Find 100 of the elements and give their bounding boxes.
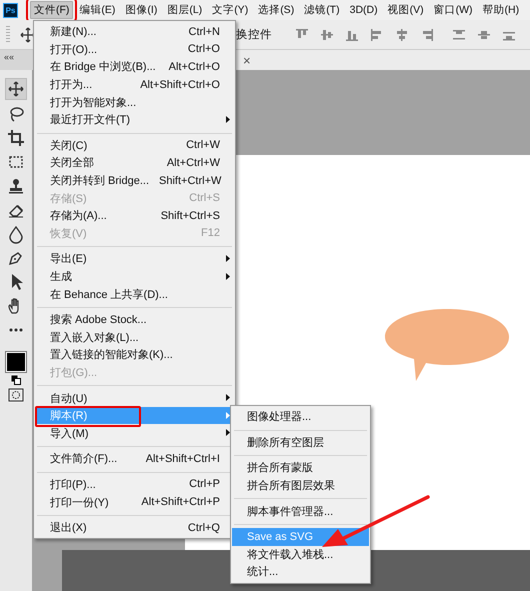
menu-item[interactable]: 图像处理器... (232, 408, 369, 426)
menu-item[interactable]: 将文件载入堆栈... (232, 546, 369, 564)
menu-item-label: 存储(S) (50, 192, 88, 206)
menu-item-label: 拼合所有图层效果 (247, 479, 336, 494)
menu-item[interactable]: 在 Behance 上共享(D)... (35, 285, 234, 303)
menu-item-label: 生成 (50, 270, 73, 284)
menu-item-label: 存储为(A)... (50, 209, 108, 224)
menu-item[interactable]: 统计... (232, 563, 369, 581)
menu-item[interactable]: 打印一份(Y) Alt+Shift+Ctrl+P (35, 493, 234, 511)
menu-item-label: 置入嵌入对象(L)... (50, 330, 140, 345)
menu-item[interactable]: 置入链接的智能对象(K)... (35, 346, 234, 364)
menu-item-label: 图像处理器... (247, 410, 312, 424)
menu-item-label: 拼合所有蒙版 (247, 460, 314, 476)
menu-item-label: 脚本事件管理器... (247, 504, 334, 519)
collapse-panel-button[interactable]: «« (0, 50, 32, 70)
menu-item[interactable]: 删除所有空图层 (232, 434, 369, 452)
menu-item-label: 打开为... (50, 78, 94, 92)
crop-icon[interactable] (6, 128, 26, 148)
menu-item-label: 关闭并转到 Bridge... (50, 174, 150, 188)
menu-item-label: 新建(N)... (50, 24, 98, 40)
menu-item-label: 删除所有空图层 (247, 436, 325, 450)
menu-bar-item[interactable]: 视图(V) (384, 1, 428, 19)
menu-item[interactable]: 打开为智能对象... (35, 93, 234, 111)
shortcut-label: Ctrl+W (186, 139, 220, 152)
menu-item[interactable]: 脚本事件管理器... (232, 502, 369, 520)
shortcut-label: Shift+Ctrl+S (160, 210, 220, 222)
close-tab-button[interactable]: × (243, 52, 251, 68)
menu-item[interactable]: 导出(E) (35, 250, 234, 268)
menu-item-label: 打开为智能对象... (50, 96, 138, 110)
menu-item-label: 打印(P)... (50, 478, 97, 492)
default-colors-icon[interactable] (11, 375, 21, 385)
menu-bar-item[interactable]: 图像(I) (121, 1, 162, 19)
menu-item-label: 置入链接的智能对象(K)... (50, 348, 174, 362)
menu-item-label: Save as SVG (247, 530, 314, 543)
shortcut-label: Alt+Ctrl+O (168, 60, 220, 73)
align-icon[interactable] (394, 26, 410, 42)
menu-item-label: 打包(G)... (50, 366, 98, 380)
menu-bar-item[interactable]: 文字(Y) (208, 1, 252, 19)
shortcut-label: Alt+Ctrl+W (166, 156, 220, 169)
menu-item[interactable]: 存储为(A)... Shift+Ctrl+S (35, 206, 234, 225)
menu-bar-item[interactable]: 帮助(H) (478, 1, 524, 19)
shortcut-label: Ctrl+O (188, 43, 220, 56)
menu-item-label: 导入(M) (50, 426, 90, 441)
menu-item[interactable]: 在 Bridge 中浏览(B)... Alt+Ctrl+O (35, 58, 234, 76)
menu-item[interactable]: 打印(P)... Ctrl+P (35, 476, 234, 494)
menu-item-label: 打印一份(Y) (50, 496, 110, 510)
menu-item[interactable]: 关闭(C) Ctrl+W (35, 136, 234, 154)
menu-item[interactable]: 关闭全部 Alt+Ctrl+W (35, 154, 234, 172)
menu-item[interactable]: 生成 (35, 268, 234, 286)
menu-item-label: 自动(U) (50, 392, 88, 406)
menu-item-label: 关闭全部 (50, 156, 95, 170)
menu-item[interactable]: 最近打开文件(T) (35, 110, 234, 129)
menu-item-label: 恢复(V) (50, 226, 88, 241)
menu-item-label: 统计... (247, 564, 280, 580)
menu-item[interactable]: 关闭并转到 Bridge... Shift+Ctrl+W (35, 172, 234, 190)
menu-item[interactable]: 文件简介(F)... Alt+Shift+Ctrl+I (35, 450, 234, 468)
quick-mask-icon[interactable] (8, 388, 24, 402)
menu-item-label: 关闭(C) (50, 138, 88, 153)
shortcut-label: Ctrl+S (189, 192, 220, 204)
stamp-icon[interactable] (6, 176, 26, 196)
menu-bar-item[interactable]: 窗口(W) (430, 1, 477, 19)
menu-item[interactable]: 置入嵌入对象(L)... (35, 328, 234, 346)
app-logo: Ps (3, 2, 18, 18)
menu-item[interactable]: 导入(M) (35, 424, 234, 442)
move-icon[interactable] (20, 26, 36, 42)
shortcut-label: Alt+Shift+Ctrl+P (141, 496, 220, 508)
menu-item-label: 导出(E) (50, 252, 88, 266)
menu-item[interactable]: 拼合所有蒙版 (232, 459, 369, 477)
shortcut-label: Alt+Shift+Ctrl+I (146, 452, 220, 465)
menu-item-label: 搜索 Adobe Stock... (50, 312, 148, 328)
menu-bar-item[interactable]: 滤镜(T) (300, 1, 344, 19)
foreground-color-swatch[interactable] (6, 352, 26, 372)
shortcut-label: F12 (201, 227, 220, 240)
menu-item[interactable]: 新建(N)... Ctrl+N (35, 23, 234, 41)
menu-item-label: 退出(X) (50, 521, 88, 536)
panel-grip-icon (6, 26, 10, 44)
shortcut-label: Ctrl+Q (188, 522, 220, 534)
menu-bar-item[interactable]: 编辑(E) (75, 1, 120, 19)
menu-item-label: 在 Behance 上共享(D)... (50, 288, 169, 302)
menu-item-label: 最近打开文件(T) (50, 112, 132, 128)
menu-bar-item[interactable]: 选择(S) (254, 1, 298, 19)
menu-item-label: 打开(O)... (50, 42, 98, 57)
menu-item[interactable]: 自动(U) (35, 389, 234, 407)
menu-item[interactable]: 退出(X) Ctrl+Q (35, 518, 234, 536)
menu-bar-item[interactable]: 3D(D) (346, 2, 382, 18)
menu-item[interactable]: 打开(O)... Ctrl+O (35, 40, 234, 58)
menu-item[interactable]: 打开为... Alt+Shift+Ctrl+O (35, 76, 234, 94)
menu-item-label: 文件简介(F)... (50, 452, 118, 466)
option-label[interactable]: 换控件 (236, 27, 272, 42)
document-tab[interactable]: × (236, 50, 530, 70)
shortcut-label: Shift+Ctrl+W (159, 174, 222, 187)
menu-bar-item[interactable]: 图层(L) (163, 1, 206, 19)
move-icon[interactable] (5, 78, 27, 100)
shortcut-label: Ctrl+N (188, 26, 220, 38)
menu-item-label: 在 Bridge 中浏览(B)... (50, 60, 157, 74)
menu-item[interactable]: 搜索 Adobe Stock... (35, 310, 234, 328)
menu-item-label: 脚本(R) (50, 409, 88, 424)
shortcut-label: Alt+Shift+Ctrl+O (140, 78, 220, 91)
menu-item[interactable]: 拼合所有图层效果 (232, 476, 369, 494)
shortcut-label: Ctrl+P (189, 478, 220, 490)
